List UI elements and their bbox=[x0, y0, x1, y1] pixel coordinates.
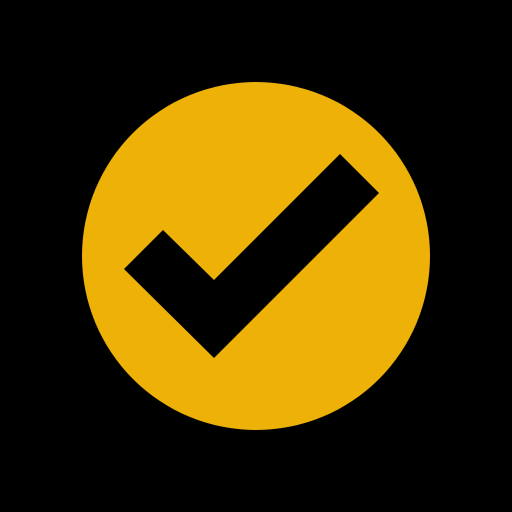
app-icon-canvas bbox=[0, 0, 512, 512]
check-circle-icon[interactable] bbox=[0, 0, 512, 512]
